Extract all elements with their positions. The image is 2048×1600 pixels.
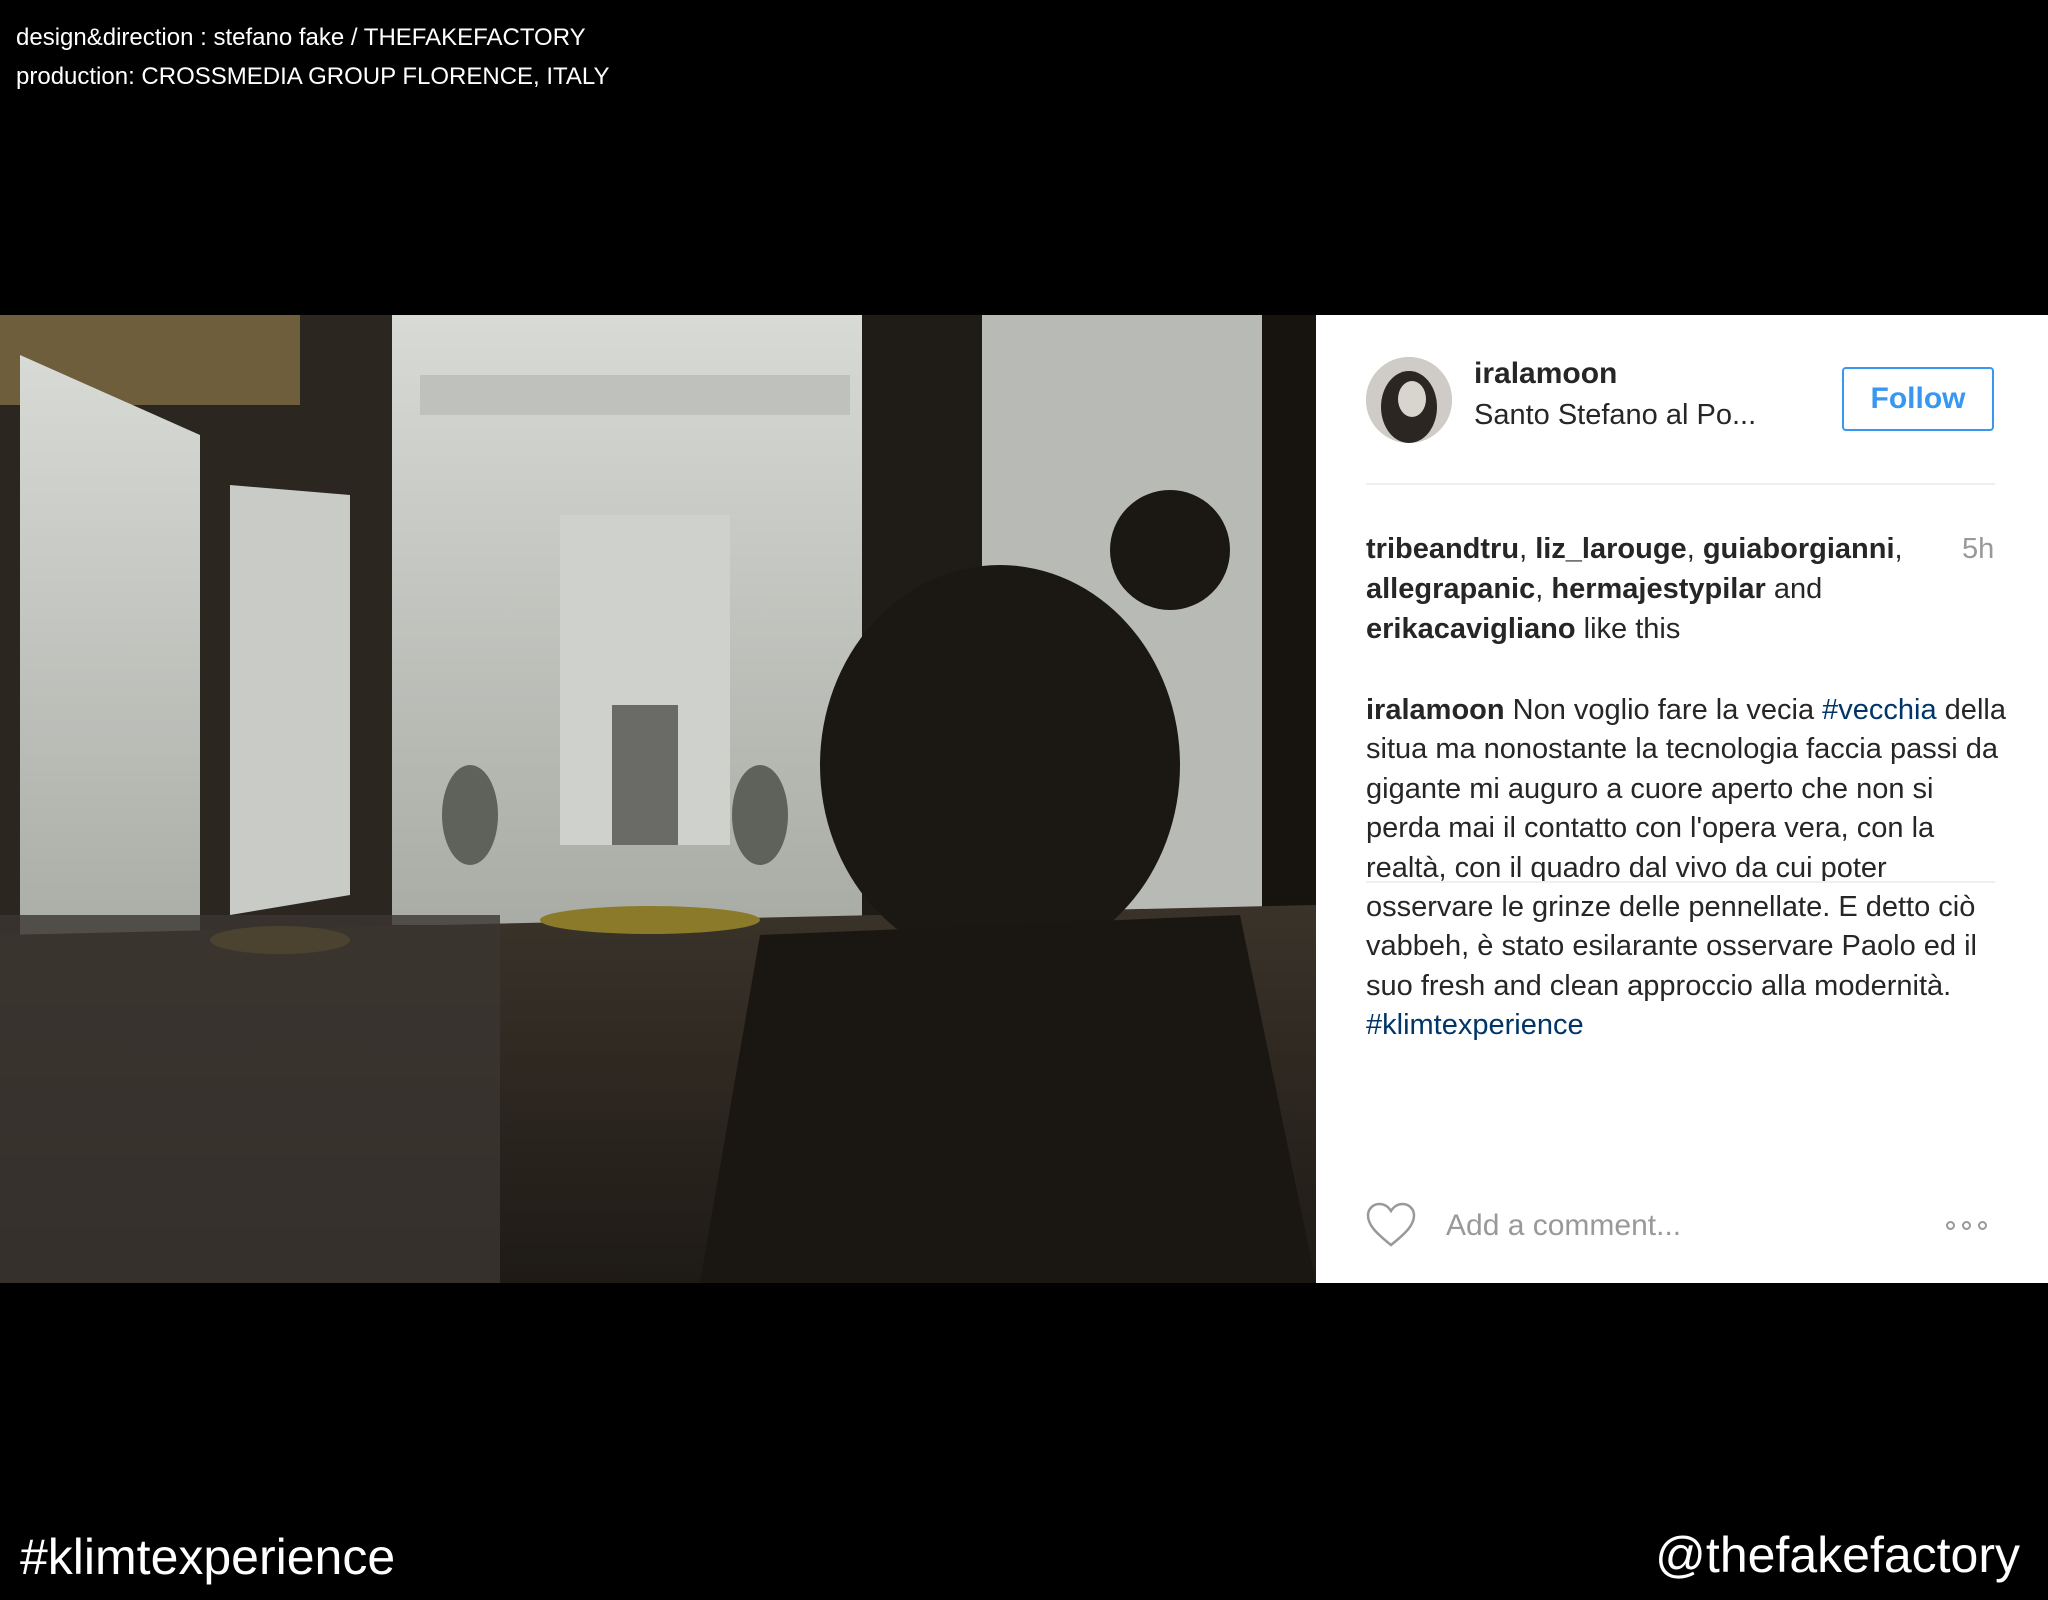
dot <box>1962 1220 1971 1230</box>
like-user[interactable]: hermajestypilar <box>1551 573 1765 605</box>
like-user[interactable]: allegrapanic <box>1366 573 1535 605</box>
comment-divider <box>1366 881 1995 883</box>
like-user[interactable]: erikacavigliano <box>1366 613 1576 645</box>
post-location[interactable]: Santo Stefano al Po... <box>1474 399 1756 432</box>
post-caption: iralamoon Non voglio fare la vecia #vecc… <box>1366 694 2006 1042</box>
credits-production: production: CROSSMEDIA GROUP FLORENCE, I… <box>16 63 610 90</box>
post-sidebar: iralamoon Santo Stefano al Po... Follow … <box>1316 315 2048 1283</box>
exhibition-photo-image <box>0 315 1316 1283</box>
hashtag-link[interactable]: #klimtexperience <box>1366 1009 1584 1041</box>
credits: design&direction : stefano fake / THEFAK… <box>16 18 610 96</box>
post-timestamp: 5h <box>1962 533 1995 565</box>
footer-hashtag: #klimtexperience <box>20 1529 396 1585</box>
header-divider <box>1366 483 1995 485</box>
dot <box>1946 1220 1955 1230</box>
more-options-icon[interactable] <box>1946 1215 2002 1235</box>
post-username[interactable]: iralamoon <box>1474 357 1617 391</box>
like-user[interactable]: tribeandtru <box>1366 533 1519 565</box>
credits-direction: design&direction : stefano fake / THEFAK… <box>16 24 586 51</box>
like-user[interactable]: liz_larouge <box>1535 533 1687 565</box>
likes-text: tribeandtru, liz_larouge, guiaborgianni,… <box>1366 533 1903 645</box>
footer-handle: @thefakefactory <box>1655 1527 2020 1583</box>
dot <box>1978 1220 1987 1230</box>
heart-icon[interactable] <box>1366 1202 1416 1248</box>
post-photo <box>0 315 1316 1283</box>
caption-author[interactable]: iralamoon <box>1366 694 1505 726</box>
follow-button[interactable]: Follow <box>1842 367 1994 431</box>
like-user[interactable]: guiaborgianni <box>1703 533 1895 565</box>
avatar-image <box>1366 357 1452 443</box>
hashtag-link[interactable]: #vecchia <box>1822 694 1936 726</box>
avatar[interactable] <box>1366 357 1452 443</box>
add-comment-input[interactable] <box>1446 1203 1926 1249</box>
